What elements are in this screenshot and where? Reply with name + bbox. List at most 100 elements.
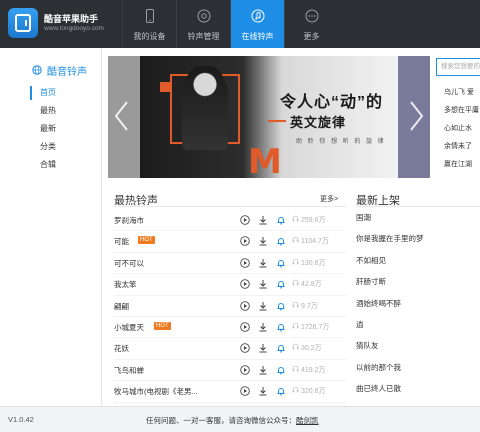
download-icon[interactable] <box>258 215 268 225</box>
download-icon[interactable] <box>258 236 268 246</box>
right-list-item[interactable]: 余情未了 <box>444 138 479 156</box>
headphones-icon <box>292 258 299 265</box>
bell-icon[interactable] <box>276 279 286 289</box>
bell-icon[interactable] <box>276 258 286 268</box>
sidebar-item-newest[interactable]: 最新 <box>40 120 56 138</box>
sidebar-list: 首页 最热 最新 分类 合辑 <box>30 84 56 174</box>
table-row[interactable]: 牧马城市(电视剧《老男... 320.6万 <box>114 381 346 403</box>
play-icon[interactable] <box>240 300 250 311</box>
divider <box>114 206 346 207</box>
list-item[interactable]: 逍 <box>356 317 480 338</box>
tab-online-ringtones[interactable]: 在线铃声 <box>230 0 284 48</box>
table-row[interactable]: 小城夏天 HOT 1726.7万 <box>114 317 346 339</box>
right-list-item[interactable]: 乌儿飞 爱 <box>444 84 479 102</box>
play-icon[interactable] <box>240 322 250 332</box>
play-count-value: 1104.7万 <box>301 238 329 246</box>
play-icon[interactable] <box>240 279 250 289</box>
sidebar-item-home[interactable]: 首页 <box>30 84 56 102</box>
play-count-value: 130.6万 <box>301 259 326 267</box>
list-item[interactable]: 曲已终人已散 <box>356 381 480 402</box>
headphones-icon <box>292 344 299 350</box>
download-icon[interactable] <box>258 258 268 268</box>
song-title[interactable]: 飞鸟和蝉 <box>114 365 144 376</box>
download-icon[interactable] <box>258 386 268 396</box>
sidebar-item-hottest[interactable]: 最热 <box>40 102 56 120</box>
download-icon[interactable] <box>258 365 268 375</box>
list-item[interactable]: 你是我握在手里的梦 <box>356 231 480 252</box>
bell-icon[interactable] <box>276 386 286 396</box>
bell-icon[interactable] <box>276 322 286 332</box>
list-item[interactable]: 以前的那个我 <box>356 360 480 381</box>
sidebar-item-collection[interactable]: 合辑 <box>40 156 56 174</box>
tab-ringtone-manage[interactable]: 铃声管理 <box>176 0 230 48</box>
list-item[interactable]: 肝肠寸断 <box>356 274 480 295</box>
bell-icon[interactable] <box>276 236 286 246</box>
right-list-item[interactable]: 赢在江湖 <box>444 156 479 174</box>
right-panel: 搜索您想要的铃声 乌儿飞 爱 多想在平庸 心如止水 余情未了 赢在江湖 <box>436 56 480 178</box>
more-icon <box>305 9 319 23</box>
sidebar-item-category[interactable]: 分类 <box>40 138 56 156</box>
play-count-value: 42.8万 <box>301 281 322 289</box>
play-icon[interactable] <box>240 364 250 375</box>
right-list-item[interactable]: 多想在平庸 <box>444 102 479 120</box>
status-bar: V1.0.42 任何问题、一对一客服，请咨询微信公众号： 酷剑凯 <box>0 406 480 432</box>
tab-ringtone-manage-label: 铃声管理 <box>187 32 220 41</box>
headphones-icon <box>292 365 299 372</box>
wechat-account-link[interactable]: 酷剑凯 <box>296 415 319 426</box>
chevron-right-icon[interactable] <box>406 98 426 134</box>
hot-song-list: 罗刹海市 259.6万可能 HOT 1104.7万可不可以 130.6万我太笨 42.8万… <box>114 210 346 403</box>
list-item[interactable]: 国潮 <box>356 210 480 231</box>
play-count-value: 259.6万 <box>301 217 326 224</box>
song-title[interactable]: 可不可以 <box>114 258 144 269</box>
download-icon[interactable] <box>258 279 268 289</box>
song-title[interactable]: 翩翩 <box>114 301 129 312</box>
download-icon[interactable] <box>258 301 268 311</box>
table-row[interactable]: 飞鸟和蝉 419.2万 <box>114 360 346 382</box>
promo-banner[interactable]: M 令人心“动”的 英文旋律 助 聆 你 想 听 的 旋 律 <box>108 56 430 178</box>
headphones-icon <box>292 386 299 393</box>
search-input[interactable]: 搜索您想要的铃声 <box>436 58 480 76</box>
bell-icon[interactable] <box>276 215 286 225</box>
list-item[interactable]: 酒始终喝不醉 <box>356 296 480 317</box>
play-icon[interactable] <box>240 258 250 268</box>
right-list-item[interactable]: 心如止水 <box>444 120 479 138</box>
headphones-icon <box>292 237 299 243</box>
bell-icon[interactable] <box>276 301 286 311</box>
tab-my-device[interactable]: 我的设备 <box>122 0 176 48</box>
play-icon[interactable] <box>240 215 250 225</box>
table-row[interactable]: 可能 HOT 1104.7万 <box>114 231 346 253</box>
song-title[interactable]: 牧马城市(电视剧《老男... <box>114 386 198 397</box>
tab-more[interactable]: 更多 <box>284 0 338 48</box>
table-row[interactable]: 我太笨 42.8万 <box>114 274 346 296</box>
bell-icon[interactable] <box>276 343 286 353</box>
table-row[interactable]: 翩翩 9.7万 <box>114 296 346 317</box>
list-item[interactable]: 不如相见 <box>356 253 480 274</box>
song-title[interactable]: 罗刹海市 <box>114 215 144 226</box>
play-icon[interactable] <box>240 386 250 396</box>
music-note-icon <box>251 9 265 23</box>
table-row[interactable]: 可不可以 130.6万 <box>114 253 346 275</box>
play-icon[interactable] <box>240 343 250 354</box>
banner-title: 令人心“动”的 <box>280 94 384 111</box>
table-row[interactable]: 罗刹海市 259.6万 <box>114 210 346 232</box>
play-count: 320.6万 <box>292 386 326 396</box>
song-title[interactable]: 可能 <box>114 236 129 247</box>
table-row[interactable]: 花妖 30.2万 <box>114 338 346 360</box>
song-title[interactable]: 花妖 <box>114 343 129 354</box>
song-title[interactable]: 我太笨 <box>114 279 137 290</box>
song-title[interactable]: 小城夏天 <box>114 322 144 333</box>
download-icon[interactable] <box>258 322 268 332</box>
support-text: 任何问题、一对一客服，请咨询微信公众号： <box>146 416 296 425</box>
download-icon[interactable] <box>258 343 268 353</box>
banner-woman-image <box>182 66 228 150</box>
chevron-left-icon[interactable] <box>112 98 132 134</box>
bell-icon[interactable] <box>276 365 286 375</box>
play-icon[interactable] <box>240 236 250 247</box>
new-song-list: 国潮 你是我握在手里的梦 不如相见 肝肠寸断 酒始终喝不醉逍猜队友 以前的那个我 曲已终人已… <box>356 210 480 403</box>
list-item[interactable]: 猜队友 <box>356 338 480 359</box>
more-link[interactable]: 更多> <box>320 194 338 204</box>
banner-caption: 助 聆 你 想 听 的 旋 律 <box>296 139 386 145</box>
divider <box>356 206 480 207</box>
play-count-value: 419.2万 <box>301 366 326 374</box>
tab-more-label: 更多 <box>303 32 320 41</box>
